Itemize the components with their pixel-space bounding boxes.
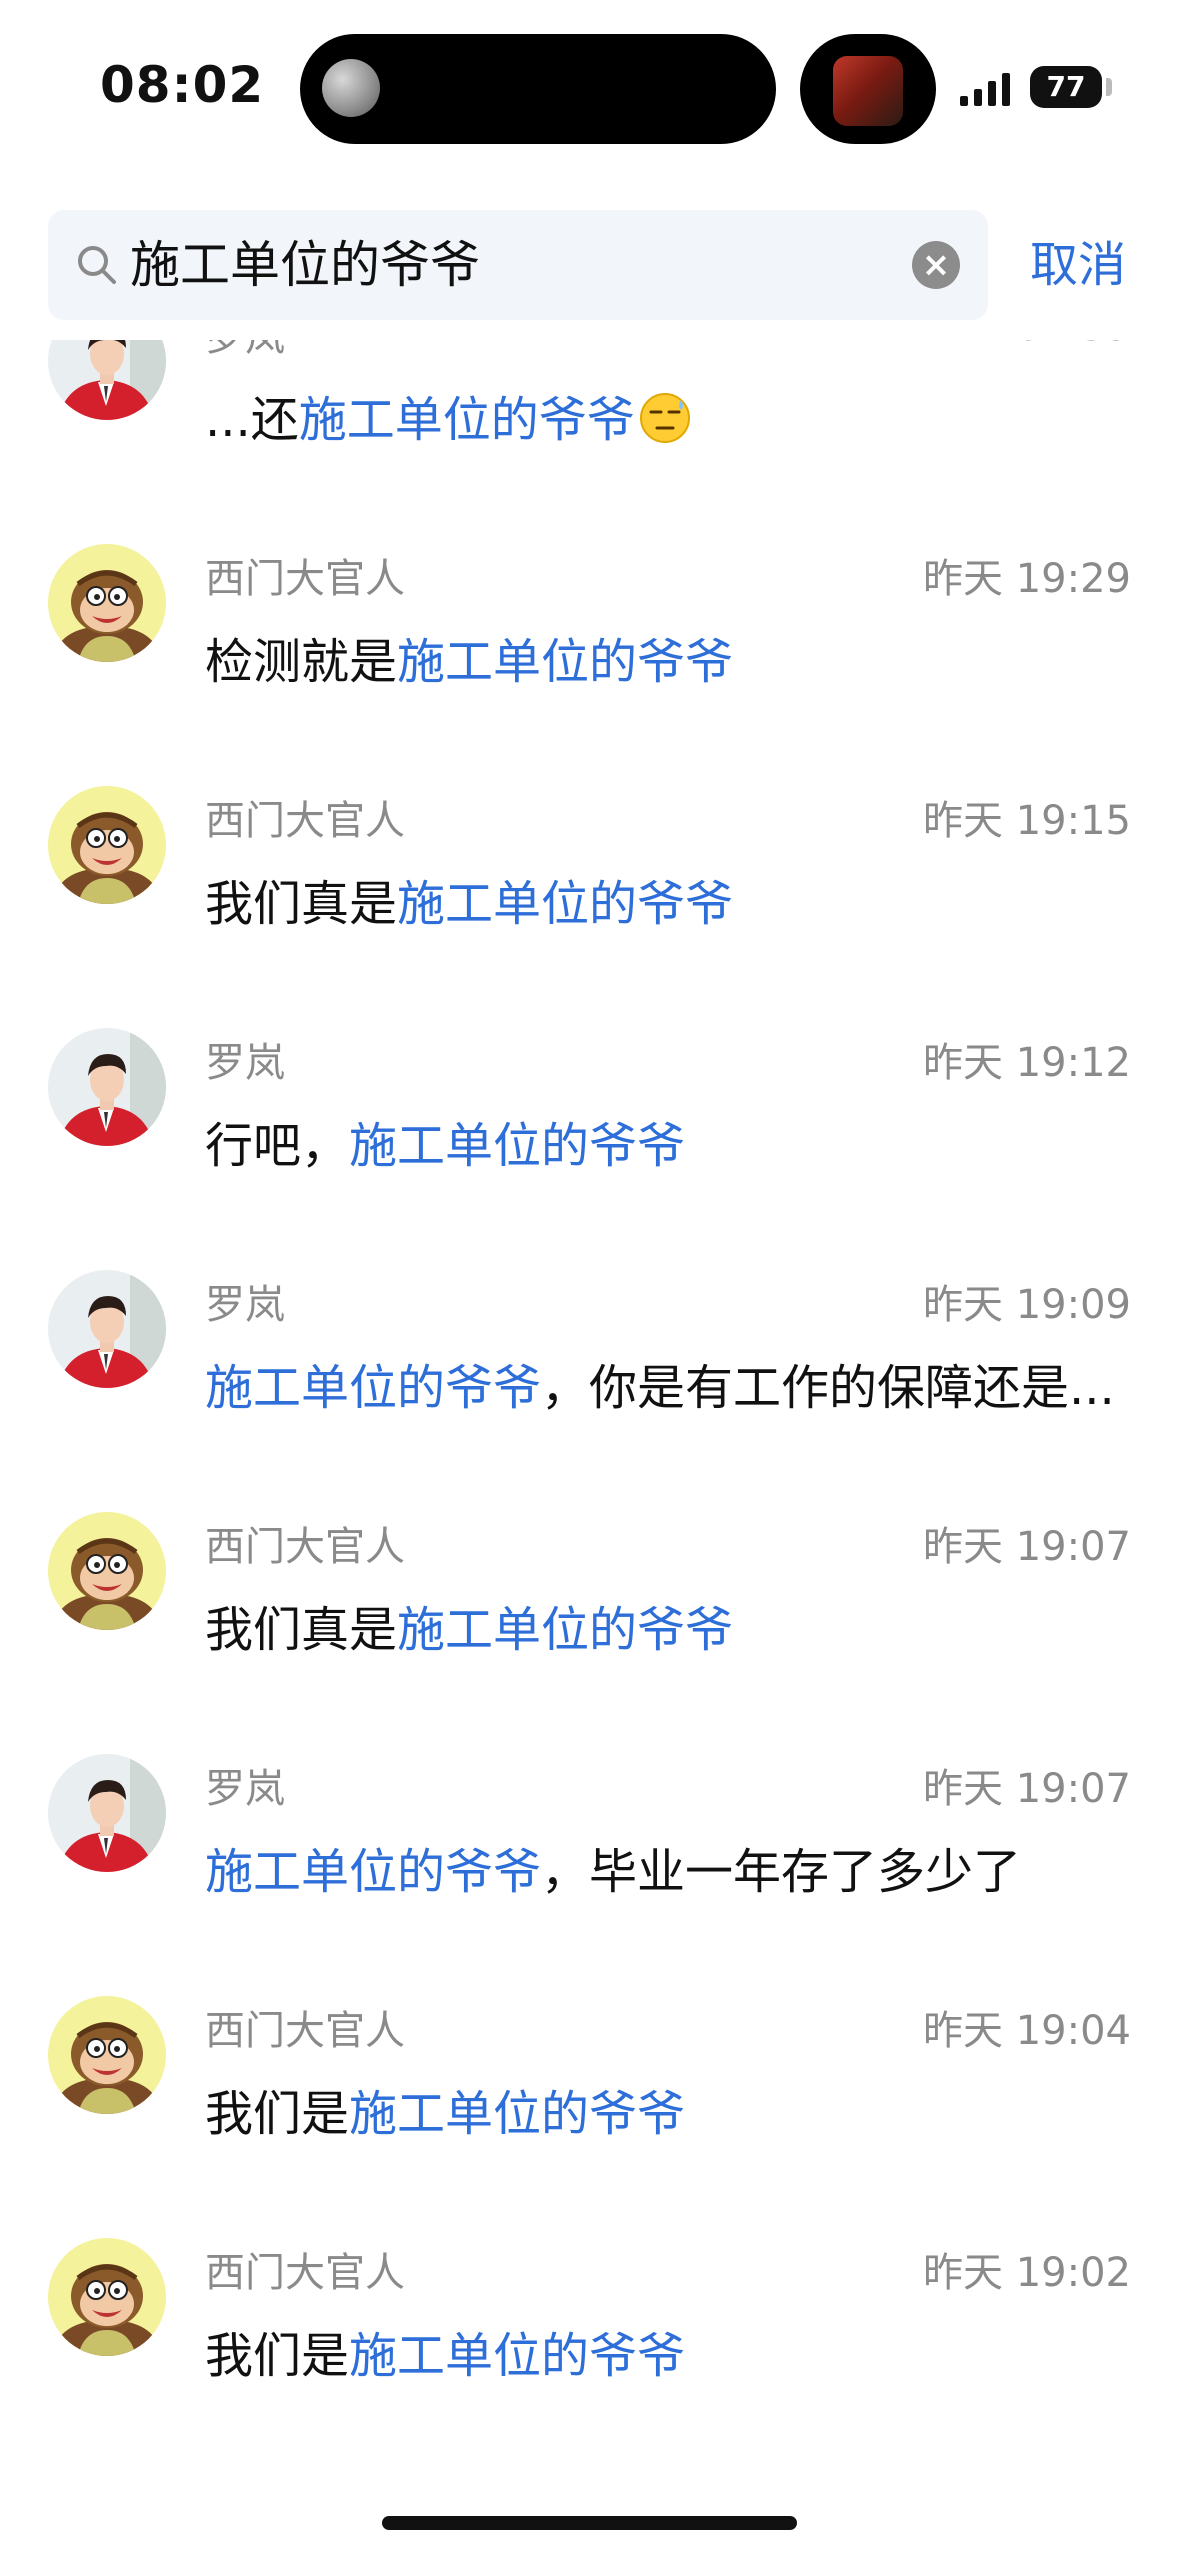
home-indicator[interactable] <box>382 2516 797 2530</box>
sender-name: 西门大官人 <box>205 2250 405 2296</box>
search-results-list: 罗岚07:39...还施工单位的爷爷 西门大官人昨天 19:29检测就是施工单位… <box>0 340 1179 2500</box>
snippet-suffix: ，你是有工作的保障还是... <box>541 1360 1115 1416</box>
sender-name: 西门大官人 <box>205 798 405 844</box>
cellular-signal-icon <box>960 73 1010 106</box>
snippet-prefix: 检测就是 <box>205 634 398 690</box>
avatar[interactable] <box>48 544 166 662</box>
snippet-prefix: 行吧， <box>205 1118 350 1174</box>
snippet-suffix: ，毕业一年存了多少了 <box>541 1844 1022 1900</box>
message-snippet: 我们真是施工单位的爷爷 <box>205 1590 1135 1660</box>
message-snippet: 我们真是施工单位的爷爷 <box>205 864 1135 934</box>
avatar[interactable] <box>48 2238 166 2356</box>
avatar[interactable] <box>48 1512 166 1630</box>
snippet-prefix: 我们是 <box>205 2328 350 2384</box>
message-time: 07:39 <box>1016 340 1131 350</box>
battery-icon: 77 <box>1030 66 1102 108</box>
sender-name: 罗岚 <box>205 1040 285 1086</box>
clear-search-button[interactable]: × <box>912 241 960 289</box>
search-icon <box>78 246 116 284</box>
avatar[interactable] <box>48 1270 166 1388</box>
message-time: 昨天 19:07 <box>923 1766 1131 1812</box>
avatar[interactable] <box>48 786 166 904</box>
keyword-highlight: 施工单位的爷爷 <box>397 876 734 932</box>
now-playing-pill[interactable] <box>800 34 936 144</box>
sender-name: 罗岚 <box>205 340 285 362</box>
message-snippet: 我们是施工单位的爷爷 <box>205 2074 1135 2144</box>
search-result-item[interactable]: 罗岚 昨天 19:09 施工单位的爷爷，你是有工作的保障还是... <box>0 1250 1179 1492</box>
keyword-highlight: 施工单位的爷爷 <box>205 1360 542 1416</box>
snippet-prefix: 我们真是 <box>205 876 398 932</box>
message-snippet: 检测就是施工单位的爷爷 <box>205 622 1135 692</box>
search-result-item[interactable]: 西门大官人 昨天 19:07 我们真是施工单位的爷爷 <box>0 1492 1179 1734</box>
search-result-item[interactable]: 西门大官人 昨天 19:04 我们是施工单位的爷爷 <box>0 1976 1179 2218</box>
message-snippet: 施工单位的爷爷，毕业一年存了多少了 <box>205 1832 1135 1902</box>
search-box[interactable]: × <box>48 210 988 320</box>
snippet-prefix: 我们真是 <box>205 1602 398 1658</box>
sender-name: 西门大官人 <box>205 1524 405 1570</box>
sender-name: 西门大官人 <box>205 556 405 602</box>
keyword-highlight: 施工单位的爷爷 <box>349 2328 686 2384</box>
sweat-face-icon <box>637 390 693 446</box>
dynamic-island <box>300 34 776 144</box>
cancel-button[interactable]: 取消 <box>1030 210 1126 320</box>
search-result-item[interactable]: 西门大官人 昨天 19:02 我们是施工单位的爷爷 <box>0 2218 1179 2460</box>
avatar[interactable] <box>48 1754 166 1872</box>
search-result-item[interactable]: 西门大官人 昨天 19:29 检测就是施工单位的爷爷 <box>0 524 1179 766</box>
search-result-item[interactable]: 罗岚 07:39 ...还施工单位的爷爷 <box>0 340 1179 524</box>
message-snippet: 行吧，施工单位的爷爷 <box>205 1106 1135 1176</box>
keyword-highlight: 施工单位的爷爷 <box>397 1602 734 1658</box>
search-input[interactable] <box>130 210 930 320</box>
sender-name: 西门大官人 <box>205 2008 405 2054</box>
snippet-prefix: ...还 <box>205 392 299 448</box>
keyword-highlight: 施工单位的爷爷 <box>298 392 635 448</box>
message-time: 昨天 19:02 <box>923 2250 1131 2296</box>
album-art-icon <box>833 56 903 126</box>
keyword-highlight: 施工单位的爷爷 <box>205 1844 542 1900</box>
message-time: 昨天 19:29 <box>923 556 1131 602</box>
avatar[interactable] <box>48 340 166 420</box>
search-result-item[interactable]: 罗岚 昨天 19:12 行吧，施工单位的爷爷 <box>0 1008 1179 1250</box>
message-time: 昨天 19:09 <box>923 1282 1131 1328</box>
keyword-highlight: 施工单位的爷爷 <box>349 2086 686 2142</box>
battery-tip <box>1106 78 1112 96</box>
message-snippet: ...还施工单位的爷爷 <box>205 380 1135 450</box>
snippet-prefix: 我们是 <box>205 2086 350 2142</box>
status-time: 08:02 <box>100 56 265 114</box>
keyword-highlight: 施工单位的爷爷 <box>349 1118 686 1174</box>
avatar[interactable] <box>48 1028 166 1146</box>
search-bar: × 取消 <box>0 210 1179 320</box>
search-result-item[interactable]: 西门大官人 昨天 19:15 我们真是施工单位的爷爷 <box>0 766 1179 1008</box>
message-time: 昨天 19:12 <box>923 1040 1131 1086</box>
message-time: 昨天 19:15 <box>923 798 1131 844</box>
search-result-item[interactable]: 罗岚 昨天 19:07 施工单位的爷爷，毕业一年存了多少了 <box>0 1734 1179 1976</box>
status-bar: 08:02 77 <box>0 0 1179 180</box>
sender-name: 罗岚 <box>205 1766 285 1812</box>
keyword-highlight: 施工单位的爷爷 <box>397 634 734 690</box>
moon-icon <box>322 59 380 117</box>
message-snippet: 施工单位的爷爷，你是有工作的保障还是... <box>205 1348 1135 1418</box>
message-time: 昨天 19:04 <box>923 2008 1131 2054</box>
message-time: 昨天 19:07 <box>923 1524 1131 1570</box>
message-snippet: 我们是施工单位的爷爷 <box>205 2316 1135 2386</box>
sender-name: 罗岚 <box>205 1282 285 1328</box>
avatar[interactable] <box>48 1996 166 2114</box>
